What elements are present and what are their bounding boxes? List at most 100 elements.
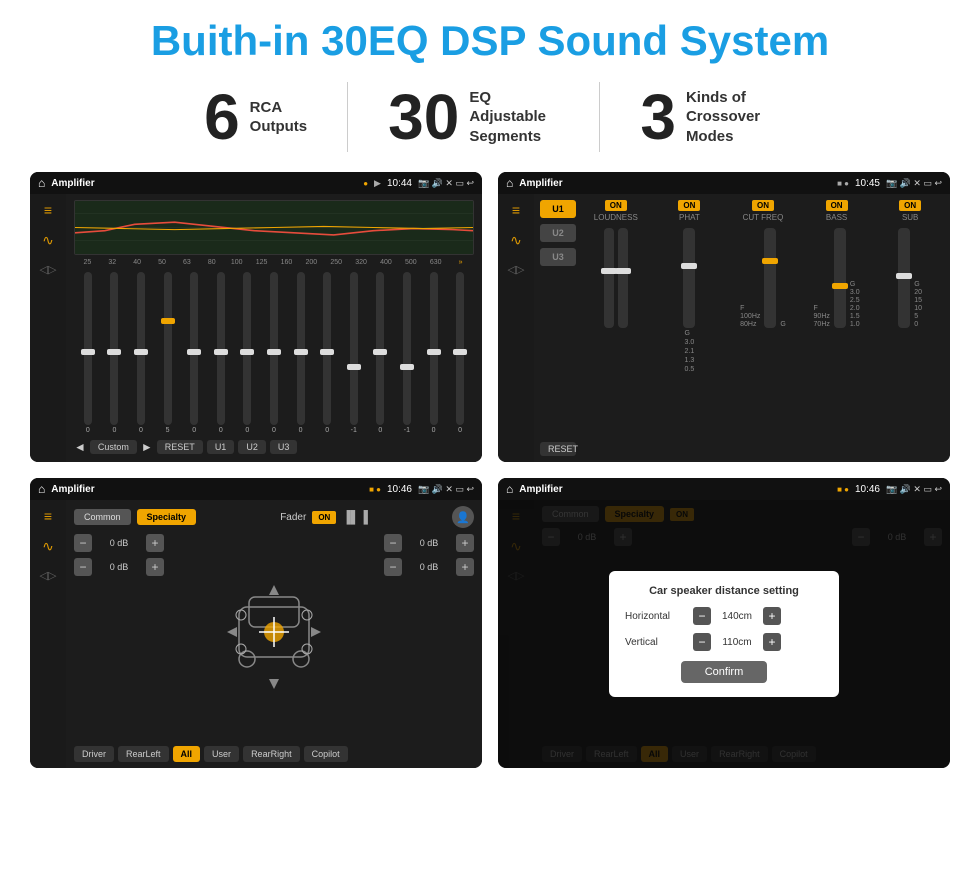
sub-slider[interactable] [898,228,910,328]
eq-track-13[interactable] [403,272,411,425]
fader-user-icon[interactable]: 👤 [452,506,474,528]
fader-minus-1[interactable]: − [74,534,92,552]
fader-copilot-btn[interactable]: Copilot [304,746,348,762]
eq-track-8[interactable] [270,272,278,425]
fader-all-btn[interactable]: All [173,746,201,762]
eq-next-icon[interactable]: ► [141,440,153,454]
page-wrapper: Buith-in 30EQ DSP Sound System 6 RCAOutp… [0,0,980,881]
cutfreq-control: ON CUT FREQ F 100Hz 80Hz [729,200,797,373]
fader-sidebar-eq-icon[interactable]: ≡ [44,508,52,524]
dialog-vertical-stepper[interactable]: − 110cm + [693,633,781,651]
cutfreq-slider[interactable] [764,228,776,328]
fader-sidebar-wave-icon[interactable]: ∿ [42,538,54,555]
eq-u2-btn[interactable]: U2 [238,440,266,454]
fader-rearleft-btn[interactable]: RearLeft [118,746,169,762]
fader-plus-1[interactable]: + [146,534,164,552]
crossover-screen-content: ≡ ∿ ◁▷ U1 U2 U3 RESET [498,194,950,462]
eq-track-10[interactable] [323,272,331,425]
dialog-status-bar: ⌂ Amplifier ■ ● 10:46 📷 🔊 ✕ ▭ ↩ [498,478,950,500]
phat-control: ON PHAT G 3.0 2.1 [656,200,724,373]
dialog-confirm-button[interactable]: Confirm [681,661,768,683]
fader-db-row-1: − 0 dB + [74,534,164,552]
eq-custom-btn[interactable]: Custom [90,440,137,454]
stat-crossover-number: 3 [640,85,676,149]
fader-common-btn[interactable]: Common [74,509,131,525]
eq-track-3[interactable] [137,272,145,425]
crossover-u2-btn[interactable]: U2 [540,224,576,242]
fader-db-val-2: 0 dB [96,562,142,572]
eq-track-11[interactable] [350,272,358,425]
stat-eq-number: 30 [388,85,459,149]
eq-val-9: 0 [299,427,303,434]
dialog-horizontal-plus[interactable]: + [763,607,781,625]
fader-dots: ■ ● [369,485,381,494]
fader-user-btn[interactable]: User [204,746,239,762]
eq-track-4[interactable] [164,272,172,425]
eq-track-9[interactable] [297,272,305,425]
fader-left-controls: − 0 dB + − 0 dB + [74,534,164,740]
eq-label-250: 250 [325,259,348,266]
eq-track-2[interactable] [110,272,118,425]
fader-minus-2[interactable]: − [74,558,92,576]
fader-minus-3[interactable]: − [384,534,402,552]
eq-reset-btn[interactable]: RESET [157,440,203,454]
stat-rca-number: 6 [204,85,240,149]
loudness-slider-r[interactable] [618,228,628,328]
eq-track-7[interactable] [243,272,251,425]
eq-sidebar-eq-icon[interactable]: ≡ [44,202,52,218]
dialog-vertical-plus[interactable]: + [763,633,781,651]
stat-crossover: 3 Kinds ofCrossover Modes [600,85,816,149]
eq-slider-11: -1 [342,270,366,434]
fader-rearright-btn[interactable]: RearRight [243,746,300,762]
crossover-sidebar-wave-icon[interactable]: ∿ [510,232,522,249]
eq-track-6[interactable] [217,272,225,425]
eq-track-5[interactable] [190,272,198,425]
dialog-horizontal-stepper[interactable]: − 140cm + [693,607,781,625]
eq-sidebar-wave-icon[interactable]: ∿ [42,232,54,249]
fader-minus-4[interactable]: − [384,558,402,576]
fader-plus-4[interactable]: + [456,558,474,576]
fader-plus-3[interactable]: + [456,534,474,552]
fader-db-row-2: − 0 dB + [74,558,164,576]
loudness-slider-l[interactable] [604,228,614,328]
eq-val-3: 0 [139,427,143,434]
fader-db-row-3: − 0 dB + [384,534,474,552]
eq-sidebar-vol-icon[interactable]: ◁▷ [40,263,57,276]
crossover-sidebar-vol-icon[interactable]: ◁▷ [508,263,525,276]
phat-slider[interactable] [683,228,695,328]
fader-label-text: Fader [280,512,306,523]
eq-track-12[interactable] [376,272,384,425]
eq-slider-4: 5 [156,270,180,434]
fader-driver-btn[interactable]: Driver [74,746,114,762]
dialog-horizontal-row: Horizontal − 140cm + [625,607,823,625]
fader-plus-2[interactable]: + [146,558,164,576]
eq-track-1[interactable] [84,272,92,425]
fader-on-toggle[interactable]: ON [312,511,336,524]
fader-top-bar: Common Specialty Fader ON ▐▌▐ 👤 [74,506,474,528]
eq-val-14: 0 [432,427,436,434]
crossover-u1-btn[interactable]: U1 [540,200,576,218]
eq-track-14[interactable] [430,272,438,425]
dialog-vertical-minus[interactable]: − [693,633,711,651]
crossover-top-row: ON LOUDNESS [582,200,944,373]
eq-bottom-bar: ◄ Custom ► RESET U1 U2 U3 [74,438,474,456]
dialog-overlay: Car speaker distance setting Horizontal … [498,500,950,768]
crossover-reset-btn[interactable]: RESET [540,442,576,456]
eq-val-15: 0 [458,427,462,434]
cutfreq-label: CUT FREQ [743,213,784,222]
eq-slider-2: 0 [103,270,127,434]
eq-u1-btn[interactable]: U1 [207,440,235,454]
eq-val-5: 0 [192,427,196,434]
bass-slider[interactable] [834,228,846,328]
eq-val-1: 0 [86,427,90,434]
eq-u3-btn[interactable]: U3 [270,440,298,454]
eq-prev-icon[interactable]: ◄ [74,440,86,454]
crossover-u3-btn[interactable]: U3 [540,248,576,266]
fader-sidebar-vol-icon[interactable]: ◁▷ [40,569,57,582]
crossover-sidebar-eq-icon[interactable]: ≡ [512,202,520,218]
eq-track-15[interactable] [456,272,464,425]
crossover-dots: ■ ● [837,179,849,188]
sub-label: SUB [902,213,918,222]
dialog-horizontal-minus[interactable]: − [693,607,711,625]
fader-specialty-btn[interactable]: Specialty [137,509,197,525]
